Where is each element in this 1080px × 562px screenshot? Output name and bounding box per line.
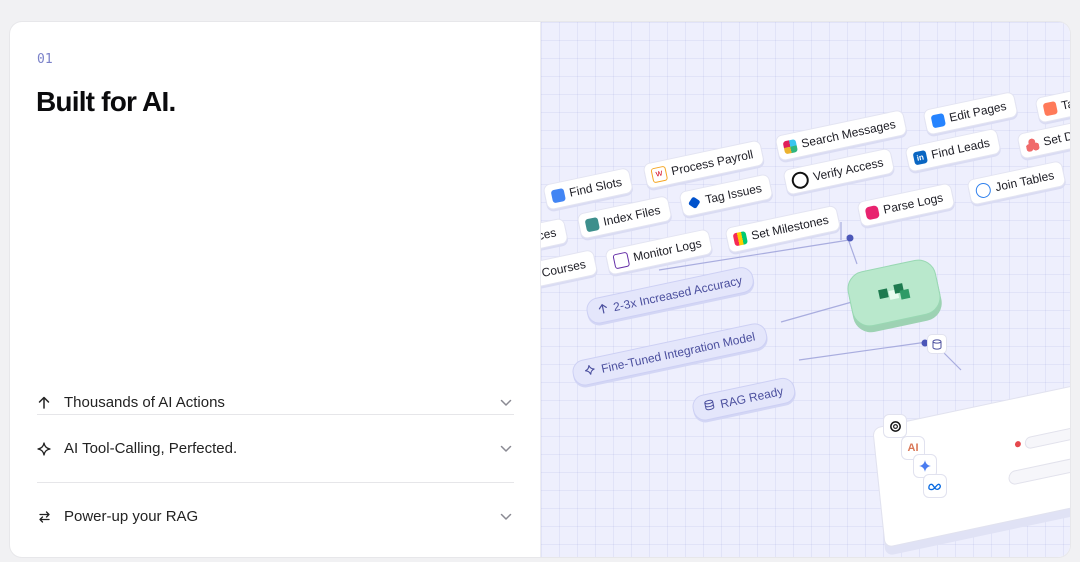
feature-text-column: 01 Built for AI. Thousands of AI Actions… (10, 22, 540, 557)
openai-icon (883, 414, 907, 438)
accordion-item-label: Power-up your RAG (64, 508, 199, 525)
arrow-up-icon (597, 302, 609, 318)
swap-arrows-icon (37, 510, 51, 523)
database-icon (927, 334, 947, 354)
accordion-item-label: Thousands of AI Actions (64, 394, 225, 411)
linkedin-icon: in (912, 149, 928, 165)
hubspot-icon (1042, 100, 1058, 116)
database-icon (703, 399, 716, 415)
feature-card: 01 Built for AI. Thousands of AI Actions… (10, 22, 1070, 557)
okta-icon (790, 169, 811, 190)
datadog-icon (612, 251, 631, 269)
chevron-down-icon[interactable] (500, 445, 512, 453)
step-number: 01 (37, 52, 53, 67)
calendar-icon (550, 187, 566, 203)
files-icon (584, 216, 600, 232)
jira-icon (687, 195, 701, 209)
accordion-item-rag[interactable]: Power-up your RAG (37, 483, 514, 550)
section-title: Built for AI. (36, 86, 176, 117)
asana-icon (1024, 136, 1040, 152)
confluence-icon (930, 112, 946, 128)
sparkle-icon (37, 441, 51, 456)
payroll-app-icon: w (650, 165, 669, 183)
chat-input (1007, 452, 1070, 486)
accordion-item-tool-calling[interactable]: AI Tool-Calling, Perfected. (37, 415, 514, 482)
chevron-down-icon[interactable] (500, 513, 512, 521)
message-bubble (1024, 424, 1070, 450)
monday-icon (732, 230, 748, 246)
integration-model-icon (878, 283, 911, 300)
accordion-item-label: AI Tool-Calling, Perfected. (64, 440, 238, 457)
arrow-up-icon (37, 396, 51, 409)
status-dot (1014, 440, 1022, 448)
slack-icon (782, 138, 798, 154)
chevron-down-icon[interactable] (500, 399, 512, 407)
logs-app-icon (864, 204, 880, 220)
sparkle-icon (583, 363, 597, 379)
meta-icon (923, 474, 947, 498)
database-app-icon (974, 181, 993, 199)
integration-illustration: Find Slots w Process Payroll Search Mess… (540, 22, 1070, 557)
